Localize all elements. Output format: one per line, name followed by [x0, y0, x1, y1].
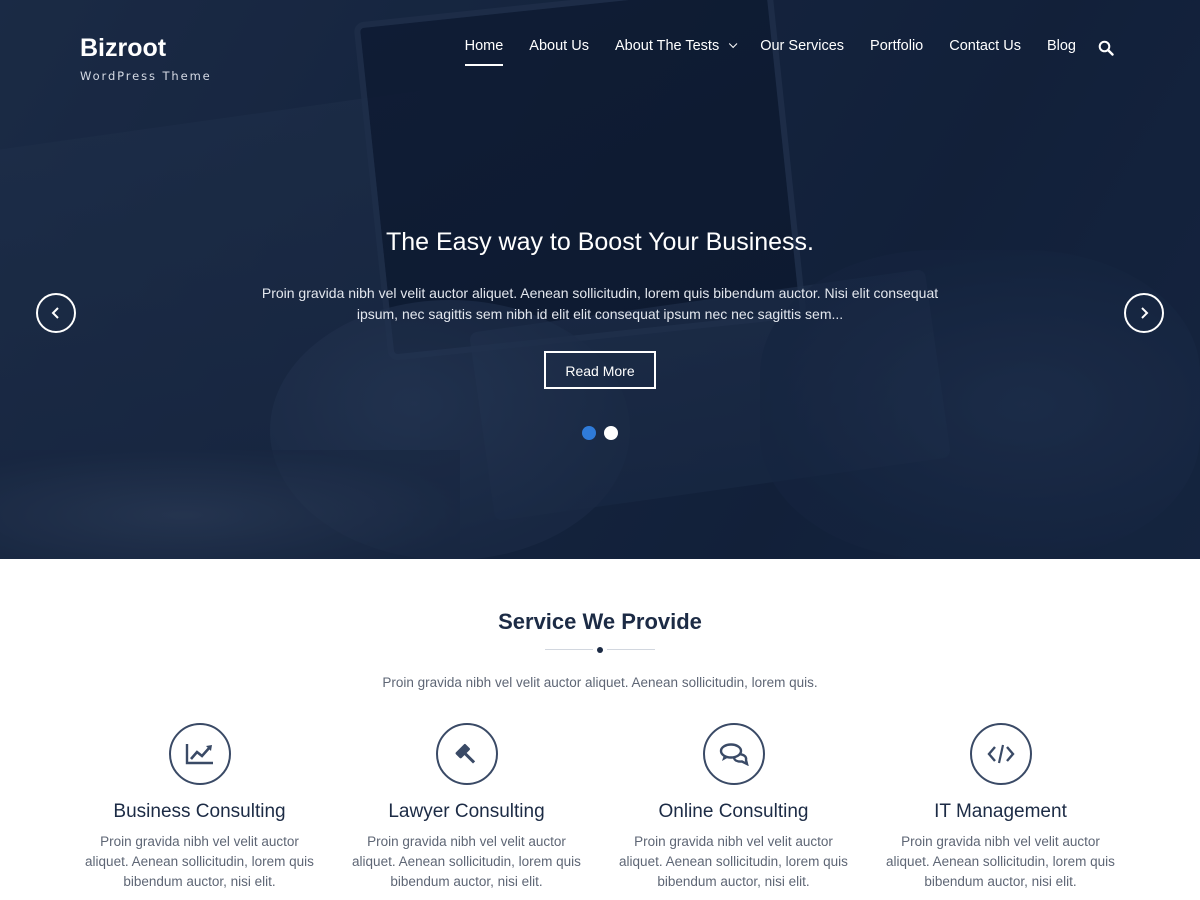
- slider-dot-1[interactable]: [582, 426, 596, 440]
- code-icon: [969, 723, 1032, 785]
- service-text: Proin gravida nibh vel velit auctor aliq…: [886, 834, 1115, 889]
- service-card-business-consulting: Business Consulting Proin gravida nibh v…: [66, 723, 333, 892]
- nav-item-blog[interactable]: Blog: [1047, 38, 1076, 66]
- read-more-button[interactable]: Read More: [544, 351, 656, 389]
- site-logo[interactable]: Bizroot WordPress Theme: [80, 34, 212, 83]
- nav-item-contact-us[interactable]: Contact Us: [949, 38, 1021, 66]
- slide-title: The Easy way to Boost Your Business.: [385, 228, 814, 256]
- service-title[interactable]: IT Management: [867, 801, 1134, 823]
- nav-item-our-services[interactable]: Our Services: [760, 38, 844, 66]
- service-title[interactable]: Lawyer Consulting: [333, 801, 600, 823]
- service-card-it-management: IT Management Proin gravida nibh vel vel…: [867, 723, 1134, 892]
- chevron-right-icon: [1141, 307, 1149, 319]
- slider-dot-2[interactable]: [604, 426, 618, 440]
- services-section: Service We Provide Proin gravida nibh ve…: [0, 559, 1200, 900]
- section-title: Service We Provide: [498, 609, 702, 634]
- chevron-down-icon: [729, 39, 738, 49]
- site-title[interactable]: Bizroot: [80, 34, 212, 63]
- site-tagline: WordPress Theme: [80, 69, 212, 83]
- section-divider: [545, 645, 655, 655]
- main-navigation: Home About Us About The Tests Our Servic…: [464, 38, 1114, 66]
- service-list: Business Consulting Proin gravida nibh v…: [66, 723, 1134, 892]
- service-card-online-consulting: Online Consulting Proin gravida nibh vel…: [600, 723, 867, 892]
- slider-prev-button[interactable]: [36, 293, 76, 333]
- slider-pagination: [582, 426, 626, 440]
- comments-icon: [702, 723, 765, 785]
- service-text: Proin gravida nibh vel velit auctor aliq…: [619, 834, 848, 889]
- nav-item-portfolio[interactable]: Portfolio: [870, 38, 923, 66]
- service-title[interactable]: Business Consulting: [66, 801, 333, 823]
- slider-next-button[interactable]: [1124, 293, 1164, 333]
- hero-slider: Bizroot WordPress Theme Home About Us Ab…: [0, 0, 1200, 559]
- slide-text: Proin gravida nibh vel velit auctor aliq…: [261, 285, 939, 322]
- nav-item-about-the-tests[interactable]: About The Tests: [615, 38, 738, 66]
- service-text: Proin gravida nibh vel velit auctor aliq…: [85, 834, 314, 889]
- nav-item-home[interactable]: Home: [464, 38, 503, 66]
- service-card-lawyer-consulting: Lawyer Consulting Proin gravida nibh vel…: [333, 723, 600, 892]
- service-title[interactable]: Online Consulting: [600, 801, 867, 823]
- slide-content: The Easy way to Boost Your Business. Pro…: [0, 228, 1200, 389]
- nav-item-about-us[interactable]: About Us: [529, 38, 589, 66]
- service-text: Proin gravida nibh vel velit auctor aliq…: [352, 834, 581, 889]
- search-icon[interactable]: [1098, 40, 1114, 56]
- chart-icon: [168, 723, 231, 785]
- section-subtitle: Proin gravida nibh vel velit auctor aliq…: [382, 675, 818, 690]
- gavel-icon: [435, 723, 498, 785]
- chevron-left-icon: [51, 307, 59, 319]
